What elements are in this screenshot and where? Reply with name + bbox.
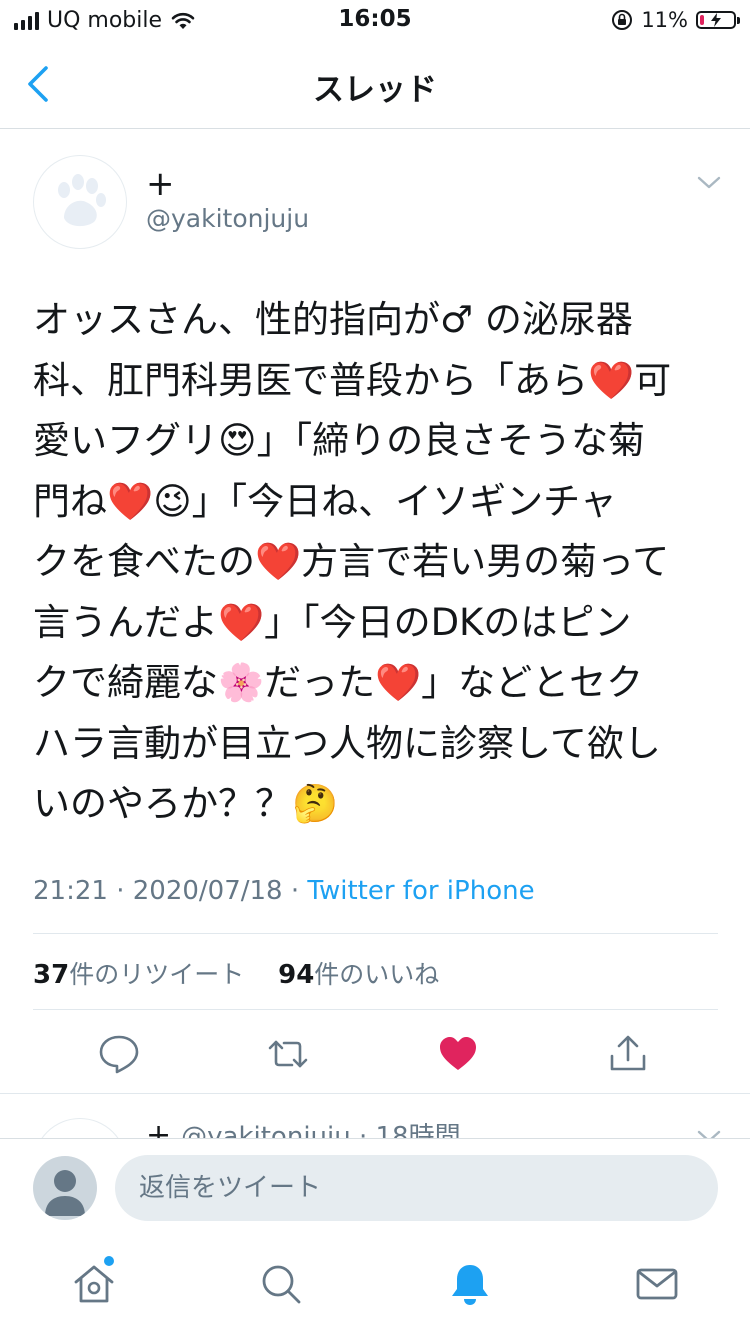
like-count: 94	[278, 960, 315, 990]
tweet-meta: 21:21 · 2020/07/18 · Twitter for iPhone	[33, 876, 535, 906]
home-icon[interactable]	[70, 1260, 118, 1308]
next-tweet-header: + @yakitonjuju · 18時間	[146, 1116, 461, 1138]
display-name[interactable]: +	[146, 164, 175, 204]
retweet-icon[interactable]	[266, 1032, 310, 1076]
reply-bar: 返信をツイート	[0, 1138, 750, 1235]
tab-bar	[0, 1234, 750, 1334]
avatar[interactable]	[33, 1118, 127, 1138]
home-notification-dot	[104, 1256, 114, 1266]
divider	[33, 1009, 718, 1010]
next-tweet[interactable]: + @yakitonjuju · 18時間	[0, 1094, 750, 1138]
reply-input[interactable]: 返信をツイート	[115, 1155, 718, 1221]
like-stat[interactable]: 94件のいいね	[278, 960, 440, 990]
chevron-down-icon[interactable]	[696, 172, 722, 192]
retweet-label: 件のリツイート	[69, 960, 245, 989]
tweet-date: 2020/07/18	[132, 876, 283, 906]
meta-separator: ·	[290, 876, 300, 906]
user-handle[interactable]: @yakitonjuju	[146, 204, 309, 233]
avatar[interactable]	[33, 1156, 97, 1220]
messages-icon[interactable]	[633, 1260, 681, 1308]
avatar[interactable]	[33, 155, 127, 249]
display-name[interactable]: +	[146, 1118, 171, 1138]
divider	[33, 933, 718, 934]
reply-icon[interactable]	[97, 1032, 141, 1076]
retweet-stat[interactable]: 37件のリツイート	[33, 960, 245, 990]
meta-separator: ·	[116, 876, 125, 906]
paw-icon	[58, 174, 106, 227]
orientation-lock-icon	[612, 10, 633, 30]
heart-filled-icon[interactable]	[436, 1032, 480, 1076]
page-title: スレッド	[313, 72, 437, 108]
next-tweet-meta: @yakitonjuju · 18時間	[181, 1122, 461, 1138]
tweet-source-link[interactable]: Twitter for iPhone	[307, 876, 534, 906]
chevron-down-icon[interactable]	[696, 1126, 722, 1138]
battery-percent: 11%	[641, 8, 688, 32]
status-bar: UQ mobile 16:05 11%	[0, 0, 750, 40]
share-icon[interactable]	[606, 1032, 650, 1076]
like-label: 件のいいね	[314, 960, 440, 989]
retweet-count: 37	[33, 960, 70, 990]
battery-charging-icon	[696, 11, 740, 29]
nav-bar: スレッド	[0, 40, 750, 129]
notifications-icon[interactable]	[446, 1260, 494, 1308]
search-icon[interactable]	[257, 1260, 305, 1308]
tweet-text: オッスさん、性的指向が♂ の泌尿器 科、肛門科男医で普段から「あら❤️可 愛いフ…	[33, 298, 672, 825]
tweet-time: 21:21	[33, 876, 108, 906]
default-avatar-icon	[45, 1170, 85, 1216]
tweet-stats: 37件のリツイート 94件のいいね	[33, 955, 439, 991]
